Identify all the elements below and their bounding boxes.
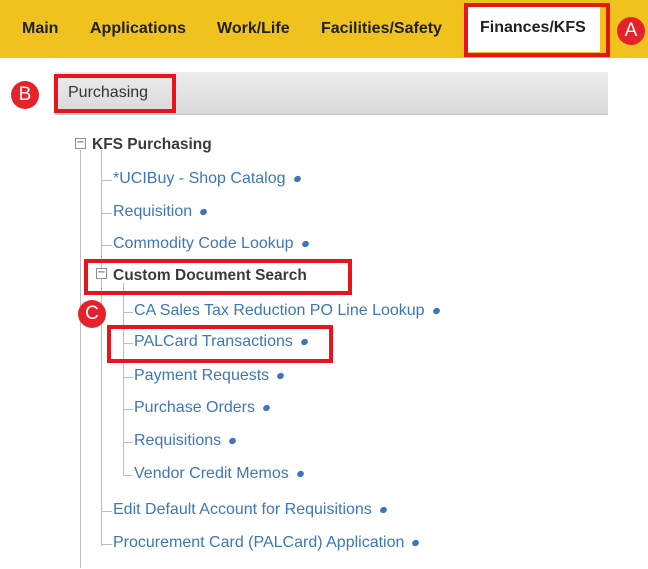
callout-marker-a: A	[617, 17, 645, 45]
tree-connector	[123, 475, 133, 476]
link-icon	[261, 403, 271, 413]
tree-connector	[80, 150, 81, 568]
link-icon	[411, 538, 421, 548]
nav-work-life[interactable]: Work/Life	[217, 0, 290, 58]
collapse-toggle-icon[interactable]: −	[96, 268, 107, 279]
link-icon	[299, 337, 309, 347]
link-icon	[228, 436, 238, 446]
tree-connector	[123, 409, 133, 410]
link-icon	[378, 505, 388, 515]
tree-connector	[101, 213, 112, 214]
tree-link-palcard-transactions[interactable]: PALCard Transactions	[134, 333, 309, 351]
nav-main[interactable]: Main	[22, 0, 58, 58]
tree-link-procurement-card-application[interactable]: Procurement Card (PALCard) Application	[113, 534, 421, 552]
tree-connector	[123, 442, 133, 443]
tree-link-requisition[interactable]: Requisition	[113, 203, 209, 221]
nav-finances-kfs[interactable]: Finances/KFS	[466, 4, 600, 52]
tree-link-payment-requests[interactable]: Payment Requests	[134, 367, 286, 385]
tree-link-ucibuy-shop-catalog[interactable]: *UCIBuy - Shop Catalog	[113, 170, 302, 188]
tree-connector	[123, 377, 133, 378]
callout-marker-b: B	[11, 81, 39, 109]
top-nav-bar: Main Applications Work/Life Facilities/S…	[0, 0, 648, 58]
tree-connector	[101, 180, 112, 181]
link-icon	[300, 239, 310, 249]
section-header-bar: Purchasing	[55, 72, 608, 115]
nav-applications[interactable]: Applications	[90, 0, 186, 58]
tree-connector	[101, 150, 102, 546]
tree-folder-custom-document-search[interactable]: Custom Document Search	[113, 267, 307, 285]
tree-connector	[123, 312, 133, 313]
tree-connector	[101, 245, 112, 246]
tree-link-edit-default-account[interactable]: Edit Default Account for Requisitions	[113, 501, 388, 519]
nav-facilities-safety[interactable]: Facilities/Safety	[321, 0, 442, 58]
collapse-toggle-icon[interactable]: −	[75, 138, 86, 149]
link-icon	[276, 371, 286, 381]
tree-link-vendor-credit-memos[interactable]: Vendor Credit Memos	[134, 465, 305, 483]
tree-connector	[101, 511, 112, 512]
link-icon	[431, 306, 441, 316]
callout-marker-c: C	[78, 300, 106, 328]
link-icon	[292, 174, 302, 184]
tree-link-purchase-orders[interactable]: Purchase Orders	[134, 399, 271, 417]
tree-link-ca-sales-tax-lookup[interactable]: CA Sales Tax Reduction PO Line Lookup	[134, 302, 441, 320]
tree-connector	[123, 343, 133, 344]
tree-connector	[101, 544, 112, 545]
link-icon	[199, 207, 209, 217]
tree-link-commodity-code-lookup[interactable]: Commodity Code Lookup	[113, 235, 310, 253]
tree-link-requisitions[interactable]: Requisitions	[134, 432, 238, 450]
section-title-purchasing[interactable]: Purchasing	[68, 72, 148, 114]
link-icon	[295, 469, 305, 479]
tree-folder-kfs-purchasing[interactable]: KFS Purchasing	[92, 136, 212, 154]
